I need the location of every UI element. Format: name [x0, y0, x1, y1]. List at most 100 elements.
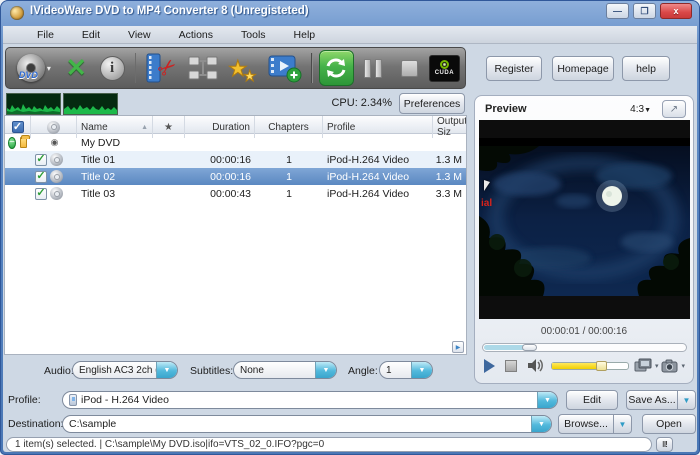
group-name: My DVD — [77, 134, 153, 151]
maximize-button[interactable]: ❐ — [633, 3, 656, 19]
destination-field[interactable]: C:\sample ▼ — [62, 415, 552, 433]
angle-dropdown[interactable]: 1 ▼ — [379, 361, 433, 379]
row-size: 1.3 M — [433, 168, 466, 185]
convert-button[interactable] — [319, 50, 354, 86]
aspect-ratio-dropdown[interactable]: 4:3▼ — [630, 104, 651, 115]
snapshot-list-icon[interactable] — [634, 358, 652, 373]
row-icon-cell: ✓ — [31, 185, 77, 202]
homepage-button[interactable]: Homepage — [552, 56, 614, 81]
volume-icon[interactable] — [527, 358, 544, 373]
chevron-down-icon: ▼ — [619, 420, 627, 429]
register-button[interactable]: Register — [486, 56, 542, 81]
row-chapters: 1 — [255, 185, 323, 202]
collapse-icon[interactable]: − — [8, 137, 16, 149]
menu-edit[interactable]: Edit — [68, 28, 114, 42]
dvd-mini-icon: ◉ — [51, 137, 58, 148]
chevron-down-icon[interactable]: ▾ — [681, 362, 685, 370]
select-all-checkbox-icon: ✓ — [12, 121, 24, 133]
chevron-down-icon: ▼ — [683, 396, 691, 405]
save-as-button[interactable]: Save As... — [626, 390, 678, 410]
browse-menu-button[interactable]: ▼ — [613, 414, 632, 434]
clip-scissors-icon: ✂ — [144, 52, 180, 84]
window-title: IVideoWare DVD to MP4 Converter 8 (Unreg… — [30, 5, 309, 17]
chevron-down-icon: ▼ — [644, 107, 651, 114]
row-chapters: 1 — [255, 168, 323, 185]
row-name: Title 02 — [77, 168, 153, 185]
seek-progress — [484, 345, 525, 350]
menu-bar: File Edit View Actions Tools Help — [3, 26, 697, 44]
edit-profile-button[interactable]: Edit — [566, 390, 618, 410]
row-name: Title 01 — [77, 151, 153, 168]
menu-actions[interactable]: Actions — [165, 28, 227, 42]
cuda-button[interactable]: CUDA — [429, 55, 460, 82]
browse-button[interactable]: Browse... — [558, 414, 614, 434]
help-button[interactable]: help — [622, 56, 670, 81]
row-size: 3.3 M — [433, 185, 466, 202]
close-button[interactable]: x — [660, 3, 692, 19]
camera-icon[interactable] — [661, 359, 678, 373]
row-icon-cell: ✓ — [31, 151, 77, 168]
dvd-label: DVD — [19, 70, 38, 80]
preview-panel: Preview 4:3▼ ↗ — [474, 95, 694, 384]
chevron-down-icon: ▼ — [156, 362, 177, 378]
playback-time: 00:00:01 / 00:00:16 — [475, 326, 693, 337]
stop-playback-button[interactable] — [505, 360, 517, 372]
title-list-table: ✓ Name▲ ★ Duration Chapters Profile Outp… — [4, 115, 467, 355]
menu-help[interactable]: Help — [280, 28, 330, 42]
chapters-button[interactable] — [184, 49, 222, 87]
menu-view[interactable]: View — [114, 28, 165, 42]
load-dvd-button[interactable]: DVD ▾ — [11, 49, 57, 87]
add-file-button[interactable] — [265, 49, 305, 87]
row-duration: 00:00:43 — [185, 185, 255, 202]
pause-icon — [364, 59, 382, 78]
table-row-selected[interactable]: ✓ Title 02 00:00:16 1 iPod-H.264 Video 1… — [5, 168, 466, 185]
effects-button[interactable]: ★ ★ — [225, 49, 262, 87]
row-profile: iPod-H.264 Video — [323, 185, 433, 202]
volume-thumb[interactable] — [596, 361, 607, 371]
profile-dropdown[interactable]: iPod - H.264 Video ▼ — [62, 391, 558, 409]
scroll-right-button[interactable]: ▶ — [452, 341, 464, 353]
audio-label: Audio: — [44, 365, 74, 377]
remove-button[interactable]: ✕ — [60, 49, 93, 87]
row-checkbox[interactable]: ✓ — [35, 188, 47, 200]
row-checkbox[interactable]: ✓ — [35, 171, 47, 183]
status-info-button[interactable]: ‖! — [656, 437, 673, 452]
table-row[interactable]: ✓ Title 01 00:00:16 1 iPod-H.264 Video 1… — [5, 151, 466, 168]
pause-button[interactable] — [357, 49, 390, 87]
video-frame-night-sky — [479, 146, 690, 296]
seek-thumb[interactable] — [522, 344, 537, 351]
minimize-button[interactable]: — — [606, 3, 629, 19]
play-button[interactable] — [484, 359, 495, 373]
stop-button[interactable] — [393, 49, 426, 87]
subtitles-dropdown[interactable]: None ▼ — [233, 361, 337, 379]
row-checkbox[interactable]: ✓ — [35, 154, 47, 166]
chevron-down-icon: ▼ — [537, 392, 557, 408]
chevron-down-icon[interactable]: ▾ — [655, 362, 659, 370]
info-icon: i — [100, 56, 125, 81]
chevron-down-icon: ▾ — [47, 64, 51, 73]
menu-tools[interactable]: Tools — [227, 28, 280, 42]
table-row[interactable]: ✓ Title 03 00:00:43 1 iPod-H.264 Video 3… — [5, 185, 466, 202]
star-icon: ★ — [164, 122, 173, 133]
menu-file[interactable]: File — [23, 28, 68, 42]
delete-icon: ✕ — [66, 53, 87, 83]
save-as-menu-button[interactable]: ▼ — [677, 390, 696, 410]
info-button[interactable]: i — [96, 49, 129, 87]
seek-bar[interactable] — [482, 343, 687, 352]
stars-icon: ★ ★ — [226, 52, 262, 84]
open-button[interactable]: Open — [642, 414, 696, 434]
video-display: ial — [479, 120, 690, 319]
group-row-my-dvd[interactable]: − ◉ My DVD — [5, 134, 466, 151]
volume-slider[interactable] — [551, 362, 629, 370]
row-duration: 00:00:16 — [185, 168, 255, 185]
preferences-button[interactable]: Preferences — [399, 93, 465, 114]
volume-fill — [552, 363, 599, 369]
detach-preview-button[interactable]: ↗ — [662, 100, 686, 118]
audio-dropdown[interactable]: English AC3 2ch (0x80 ▼ — [72, 361, 178, 379]
dvd-disc-icon: DVD — [17, 54, 45, 82]
title-bar: IVideoWare DVD to MP4 Converter 8 (Unreg… — [0, 0, 700, 26]
row-duration: 00:00:16 — [185, 151, 255, 168]
clip-button[interactable]: ✂ — [142, 49, 180, 87]
group-expand-cell: − — [5, 134, 31, 151]
audio-meter-left — [6, 93, 61, 115]
